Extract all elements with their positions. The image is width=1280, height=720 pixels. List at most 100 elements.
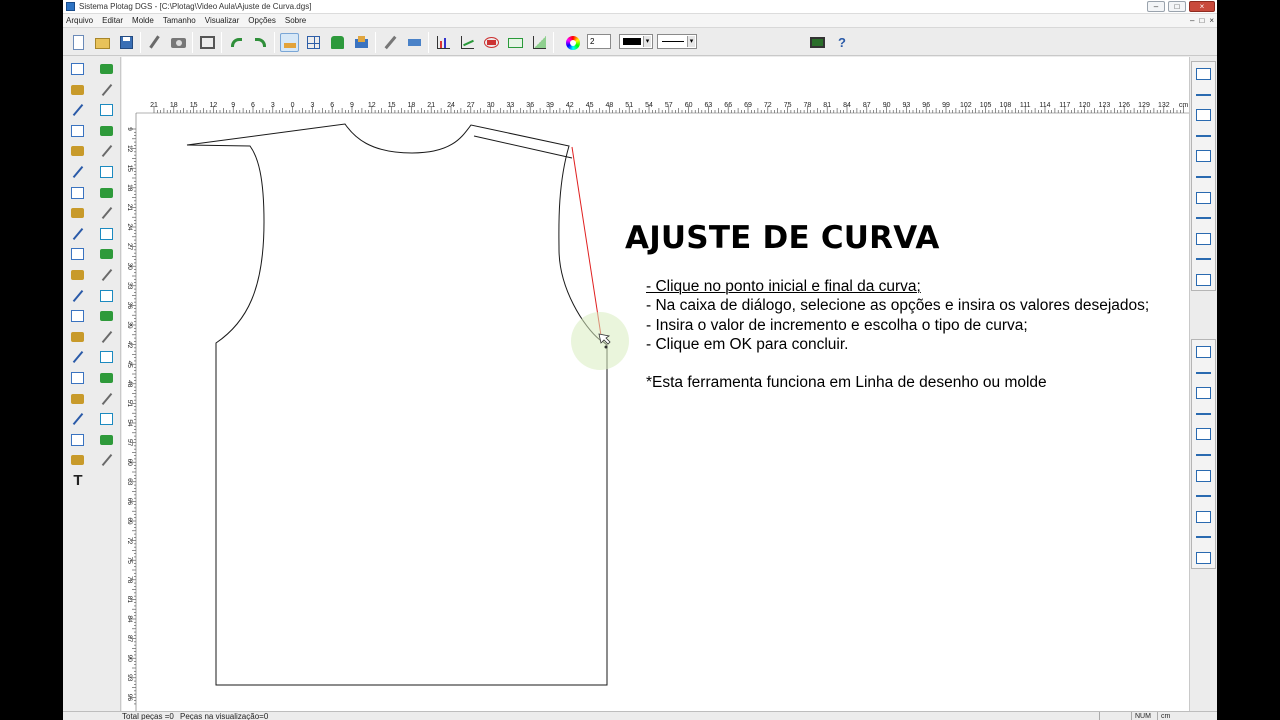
cone-icon[interactable]: [97, 431, 116, 449]
seam-icon[interactable]: [1194, 209, 1213, 227]
cloud-shape-icon[interactable]: [68, 328, 87, 346]
drawing-canvas[interactable]: 21 18 15 12 9 6 3 0 3 6 9 12 15 18 21 24 27 30 33 36 39 42 45 4…: [122, 57, 1189, 712]
brush-icon[interactable]: [145, 33, 164, 52]
camera-icon[interactable]: [169, 33, 188, 52]
ruler-tool-icon[interactable]: [68, 369, 87, 387]
help-icon[interactable]: ?: [832, 33, 851, 52]
s-curve-icon[interactable]: [1194, 405, 1213, 423]
piece-green-icon[interactable]: [68, 245, 87, 263]
layers-icon[interactable]: [352, 33, 371, 52]
fabric-roll-icon[interactable]: [1194, 230, 1213, 248]
puzzle-icon[interactable]: [97, 410, 116, 428]
fabric-icon[interactable]: [97, 204, 116, 222]
mdi-minimize-button[interactable]: –: [1190, 16, 1194, 25]
square-ruler-icon[interactable]: [1194, 528, 1213, 546]
curve-adjust-icon[interactable]: [1194, 364, 1213, 382]
menu-arquivo[interactable]: Arquivo: [66, 16, 93, 25]
piece-select-icon[interactable]: [280, 33, 299, 52]
menu-sobre[interactable]: Sobre: [285, 16, 306, 25]
dashed-shape-icon[interactable]: [97, 101, 116, 119]
text-tool-icon[interactable]: T: [68, 472, 87, 490]
export-icon[interactable]: [1194, 65, 1213, 83]
open-folder-icon[interactable]: [93, 33, 112, 52]
mesh-icon[interactable]: [97, 451, 116, 469]
plot-icon[interactable]: [1194, 86, 1213, 104]
color-select[interactable]: ▾: [619, 34, 653, 49]
wave-line-icon[interactable]: [68, 431, 87, 449]
curve-measure-icon[interactable]: [1194, 106, 1213, 124]
frame-doc-icon[interactable]: [1194, 250, 1213, 268]
arc-icon[interactable]: [1194, 168, 1213, 186]
zoom-icon[interactable]: [1194, 343, 1213, 361]
dimension-icon[interactable]: [97, 163, 116, 181]
scissors-point-icon[interactable]: [68, 142, 87, 160]
maximize-button[interactable]: □: [1168, 1, 1186, 12]
line-style-select[interactable]: ▾: [657, 34, 697, 49]
redo-icon[interactable]: [251, 33, 270, 52]
new-file-icon[interactable]: [69, 33, 88, 52]
fold-piece-icon[interactable]: [97, 369, 116, 387]
line-angle-icon[interactable]: [68, 122, 87, 140]
dimension-bars-icon[interactable]: [1194, 189, 1213, 207]
mdi-restore-button[interactable]: □: [1199, 16, 1204, 25]
graph-area-icon[interactable]: [530, 33, 549, 52]
fold-icon[interactable]: [506, 33, 525, 52]
shirt-piece-icon[interactable]: [328, 33, 347, 52]
fill-piece-icon[interactable]: [68, 287, 87, 305]
blue-shape-icon[interactable]: [68, 307, 87, 325]
ruler-pencil-icon[interactable]: [68, 225, 87, 243]
menu-molde[interactable]: Molde: [132, 16, 154, 25]
monitor-icon[interactable]: [808, 33, 827, 52]
compass-icon[interactable]: [68, 184, 87, 202]
menu-tamanho[interactable]: Tamanho: [163, 16, 196, 25]
step-icon[interactable]: [1194, 446, 1213, 464]
width-icon[interactable]: [1194, 508, 1213, 526]
color-wheel-icon[interactable]: [563, 33, 582, 52]
menu-visualizar[interactable]: Visualizar: [205, 16, 240, 25]
menu-editar[interactable]: Editar: [102, 16, 123, 25]
undo-icon[interactable]: [227, 33, 246, 52]
trapezoid-icon[interactable]: [1194, 487, 1213, 505]
graph-piece-icon[interactable]: [1194, 271, 1213, 289]
circle-tool-icon[interactable]: [97, 184, 116, 202]
line-width-input[interactable]: 2: [587, 34, 611, 49]
table-frame-icon[interactable]: [198, 33, 217, 52]
split-icon[interactable]: [1194, 549, 1213, 567]
arrow-piece-icon[interactable]: [97, 287, 116, 305]
node-select-icon[interactable]: [97, 60, 116, 78]
parallel-lines-icon[interactable]: [1194, 467, 1213, 485]
flip-icon[interactable]: [97, 225, 116, 243]
pin-icon[interactable]: [97, 328, 116, 346]
piece-stack-icon[interactable]: [97, 390, 116, 408]
bar-piece-icon[interactable]: [68, 266, 87, 284]
scissors-icon[interactable]: [68, 410, 87, 428]
select-arrow-icon[interactable]: [68, 60, 87, 78]
grade-icon[interactable]: [97, 142, 116, 160]
rectangle-icon[interactable]: [68, 101, 87, 119]
measure-line-icon[interactable]: [68, 163, 87, 181]
right-angle-icon[interactable]: [1194, 425, 1213, 443]
grid-piece-icon[interactable]: [304, 33, 323, 52]
barcode-icon[interactable]: [68, 451, 87, 469]
pencil-edit-icon[interactable]: [381, 33, 400, 52]
stripe-icon[interactable]: [97, 266, 116, 284]
menu-opcoes[interactable]: Opções: [248, 16, 276, 25]
close-button[interactable]: ×: [1189, 1, 1215, 12]
mdi-close-button[interactable]: ×: [1209, 16, 1214, 25]
hands-icon[interactable]: [97, 307, 116, 325]
piece-fill-icon[interactable]: [1194, 147, 1213, 165]
cut-icon[interactable]: [68, 204, 87, 222]
pattern-curve-icon[interactable]: [1194, 384, 1213, 402]
pocket-icon[interactable]: [97, 81, 116, 99]
sleeve-piece-icon[interactable]: [1194, 127, 1213, 145]
spiral-icon[interactable]: [68, 348, 87, 366]
pencil-icon[interactable]: [68, 81, 87, 99]
chart-bars-icon[interactable]: [434, 33, 453, 52]
marker-tool-icon[interactable]: [405, 33, 424, 52]
sleeve-icon[interactable]: [97, 122, 116, 140]
minimize-button[interactable]: –: [1147, 1, 1165, 12]
image-curve-icon[interactable]: [68, 390, 87, 408]
increment-icon[interactable]: [482, 33, 501, 52]
save-icon[interactable]: [117, 33, 136, 52]
chart-line-icon[interactable]: [458, 33, 477, 52]
